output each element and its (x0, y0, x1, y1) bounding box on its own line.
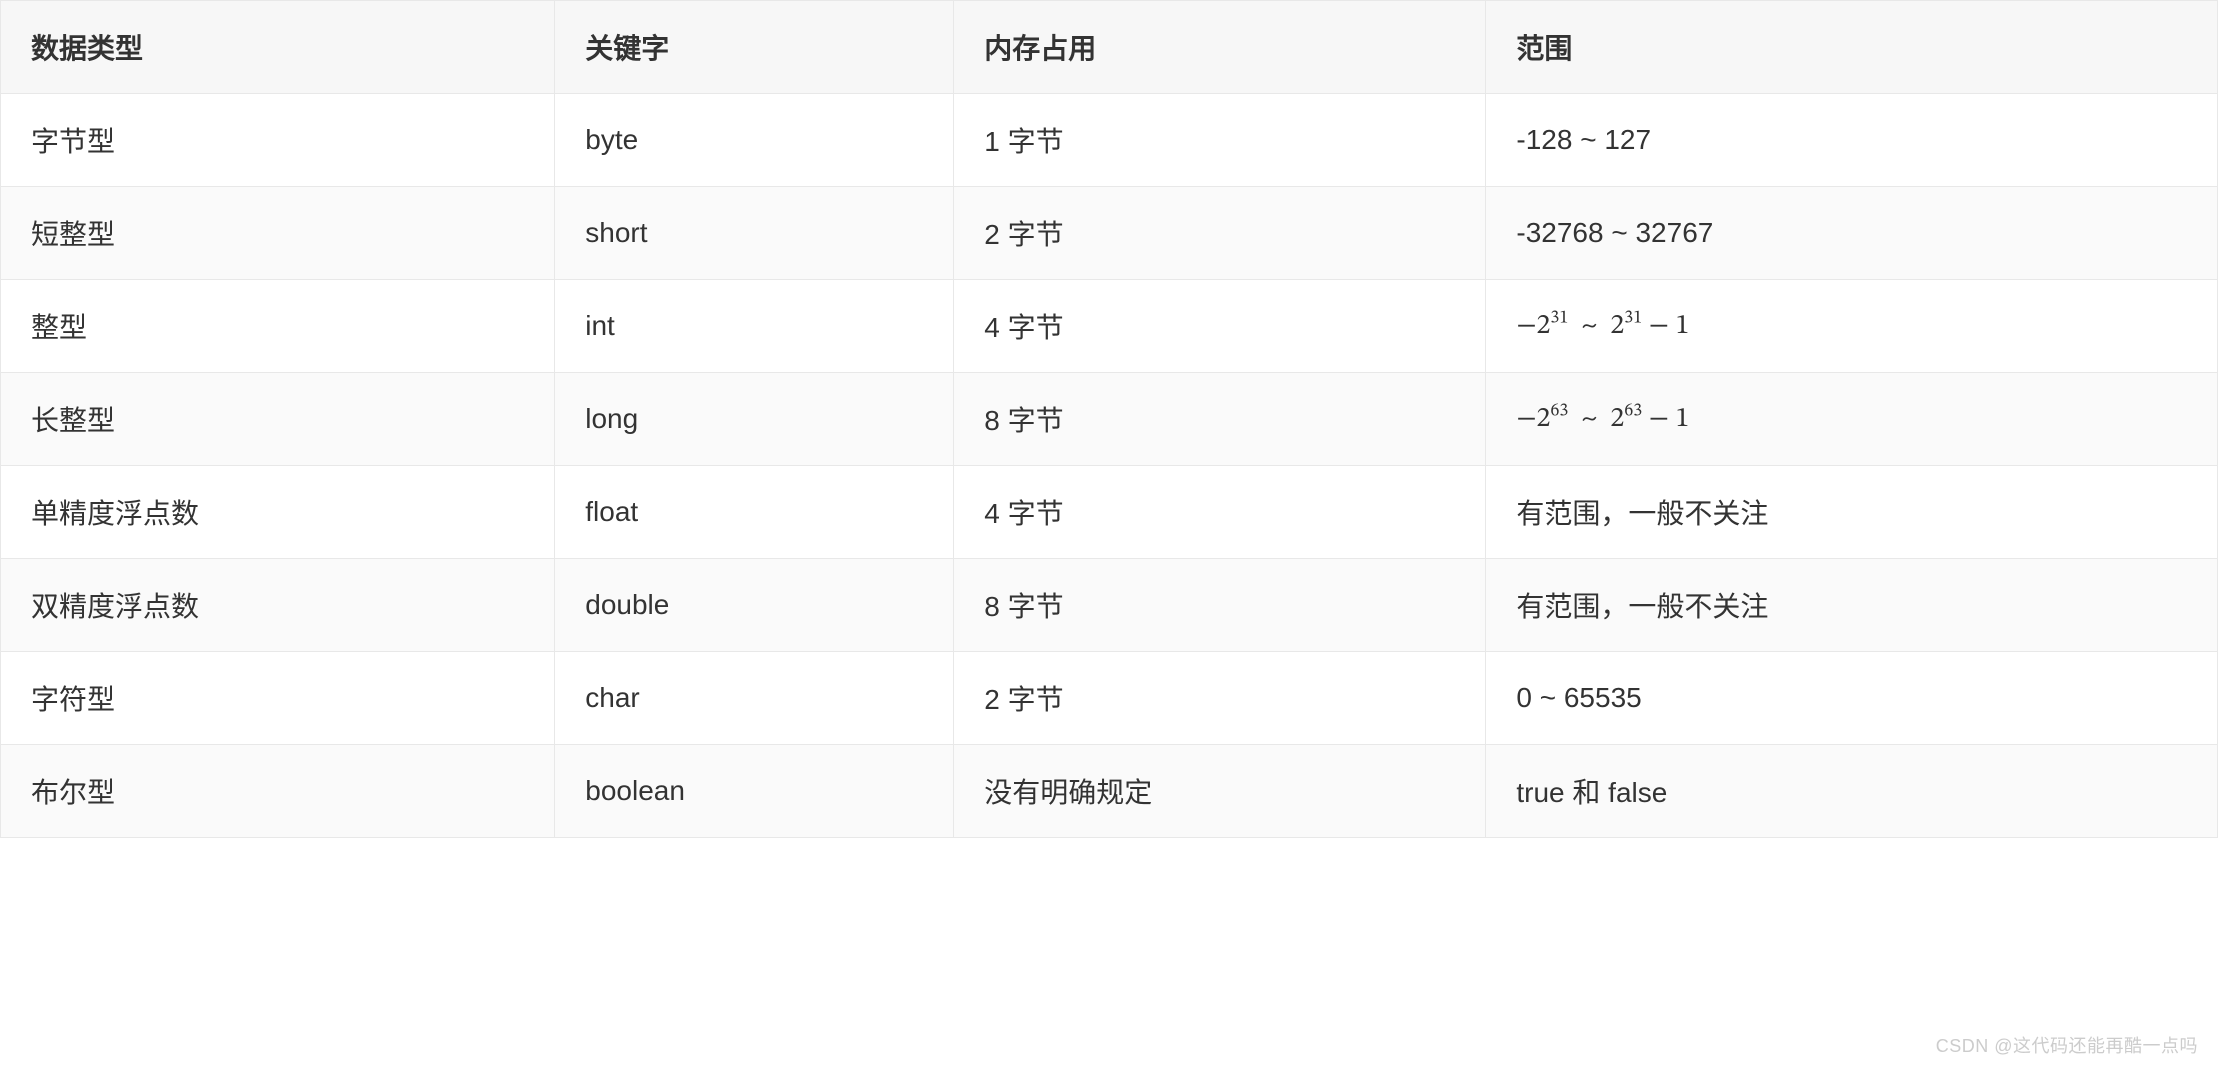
header-keyword: 关键字 (555, 1, 954, 94)
cell-memory: 没有明确规定 (954, 745, 1486, 838)
cell-keyword: int (555, 280, 954, 373)
cell-keyword: byte (555, 94, 954, 187)
cell-range: 有范围，一般不关注 (1486, 559, 2218, 652)
cell-memory: 2 字节 (954, 187, 1486, 280)
cell-memory: 4 字节 (954, 280, 1486, 373)
header-data-type: 数据类型 (1, 1, 555, 94)
table-row: 长整型long8 字节−263 ~ 263 − 1 (1, 373, 2218, 466)
table-row: 布尔型boolean没有明确规定true 和 false (1, 745, 2218, 838)
cell-data-type: 布尔型 (1, 745, 555, 838)
header-memory: 内存占用 (954, 1, 1486, 94)
cell-data-type: 长整型 (1, 373, 555, 466)
cell-memory: 4 字节 (954, 466, 1486, 559)
cell-data-type: 单精度浮点数 (1, 466, 555, 559)
header-range: 范围 (1486, 1, 2218, 94)
cell-data-type: 字节型 (1, 94, 555, 187)
cell-range: -32768 ~ 32767 (1486, 187, 2218, 280)
cell-memory: 8 字节 (954, 373, 1486, 466)
cell-data-type: 短整型 (1, 187, 555, 280)
cell-range: −231 ~ 231 − 1 (1486, 280, 2218, 373)
cell-keyword: short (555, 187, 954, 280)
cell-data-type: 字符型 (1, 652, 555, 745)
table-row: 字符型char2 字节0 ~ 65535 (1, 652, 2218, 745)
table-row: 短整型short2 字节-32768 ~ 32767 (1, 187, 2218, 280)
cell-keyword: boolean (555, 745, 954, 838)
table-row: 双精度浮点数double8 字节有范围，一般不关注 (1, 559, 2218, 652)
cell-keyword: double (555, 559, 954, 652)
cell-memory: 1 字节 (954, 94, 1486, 187)
cell-keyword: long (555, 373, 954, 466)
table-row: 单精度浮点数float4 字节有范围，一般不关注 (1, 466, 2218, 559)
cell-range: true 和 false (1486, 745, 2218, 838)
table-row: 字节型byte1 字节-128 ~ 127 (1, 94, 2218, 187)
cell-range: 0 ~ 65535 (1486, 652, 2218, 745)
cell-range: −263 ~ 263 − 1 (1486, 373, 2218, 466)
cell-memory: 2 字节 (954, 652, 1486, 745)
cell-keyword: float (555, 466, 954, 559)
cell-data-type: 整型 (1, 280, 555, 373)
table-header-row: 数据类型 关键字 内存占用 范围 (1, 1, 2218, 94)
table-row: 整型int4 字节−231 ~ 231 − 1 (1, 280, 2218, 373)
cell-range: 有范围，一般不关注 (1486, 466, 2218, 559)
cell-data-type: 双精度浮点数 (1, 559, 555, 652)
watermark: CSDN @这代码还能再酷一点吗 (1936, 1032, 2198, 1058)
data-types-table: 数据类型 关键字 内存占用 范围 字节型byte1 字节-128 ~ 127短整… (0, 0, 2218, 838)
cell-keyword: char (555, 652, 954, 745)
cell-range: -128 ~ 127 (1486, 94, 2218, 187)
cell-memory: 8 字节 (954, 559, 1486, 652)
